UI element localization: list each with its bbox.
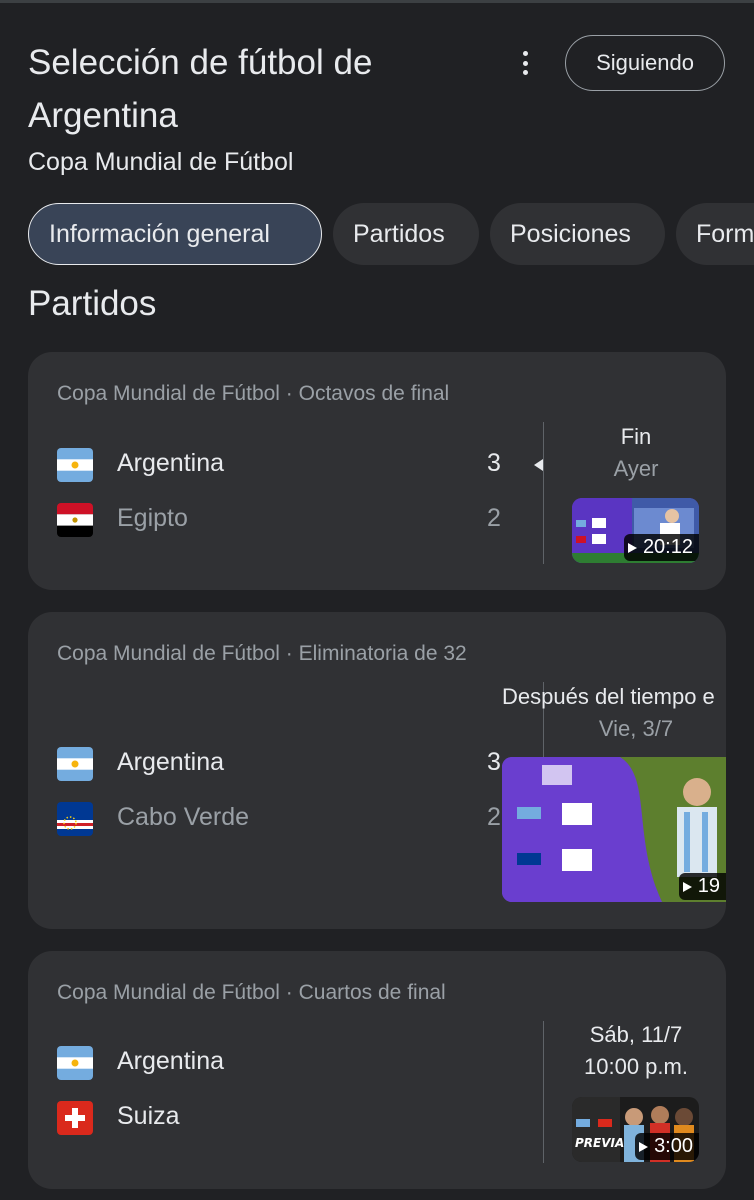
team-score: 3 <box>487 748 501 776</box>
team-name: Argentina <box>117 449 225 477</box>
video-thumbnail[interactable]: PREVIA 3:00 <box>572 1097 699 1162</box>
play-icon <box>639 1141 649 1152</box>
more-vert-icon[interactable] <box>512 48 538 78</box>
team-name: Egipto <box>117 504 188 532</box>
switzerland-flag-icon <box>57 1101 93 1135</box>
match-card[interactable]: Copa Mundial de Fútbol · Octavos de fina… <box>28 352 726 590</box>
tab-standings[interactable]: Posiciones <box>490 203 665 265</box>
egypt-flag-icon <box>57 503 93 537</box>
top-divider <box>0 0 754 3</box>
team-row: Egipto 2 <box>57 500 517 540</box>
team-name: Suiza <box>117 1102 180 1130</box>
play-icon <box>627 542 637 553</box>
team-row: Cabo Verde 2 <box>57 799 517 839</box>
team-name: Argentina <box>117 1047 225 1075</box>
video-thumbnail[interactable]: 19 <box>502 757 726 902</box>
tab-general-info[interactable]: Información general <box>28 203 322 265</box>
match-date: Vie, 3/7 <box>598 716 674 741</box>
team-row: Argentina 3 <box>57 744 517 784</box>
argentina-flag-icon <box>57 747 93 781</box>
video-duration: 19 <box>678 873 726 900</box>
section-title: Partidos <box>28 284 157 323</box>
team-row: Suiza <box>57 1098 517 1138</box>
team-row: Argentina <box>57 1043 517 1083</box>
argentina-flag-icon <box>57 1046 93 1080</box>
divider <box>543 422 544 564</box>
cape-verde-flag-icon <box>57 802 93 836</box>
team-score: 2 <box>487 504 501 532</box>
match-date: Sáb, 11/7 <box>589 1022 683 1047</box>
match-status: Fin <box>620 424 652 449</box>
team-score: 2 <box>487 803 501 831</box>
thumbnail-caption: PREVIA <box>575 1136 624 1150</box>
match-card[interactable]: Copa Mundial de Fútbol · Eliminatoria de… <box>28 612 726 929</box>
page-subtitle: Copa Mundial de Fútbol <box>28 148 294 176</box>
video-thumbnail[interactable]: 20:12 <box>572 498 699 563</box>
team-row: Argentina 3 <box>57 445 543 485</box>
tab-form[interactable]: Form <box>676 203 754 265</box>
tab-bar: Información general Partidos Posiciones … <box>28 203 754 265</box>
competition-label: Copa Mundial de Fútbol · Octavos de fina… <box>57 382 450 405</box>
match-card[interactable]: Copa Mundial de Fútbol · Cuartos de fina… <box>28 951 726 1189</box>
team-score: 3 <box>487 449 501 477</box>
play-icon <box>682 881 692 892</box>
video-duration: 20:12 <box>623 534 699 561</box>
winner-arrow-icon <box>534 459 543 471</box>
match-time: 10:00 p.m. <box>584 1054 688 1079</box>
competition-label: Copa Mundial de Fútbol · Eliminatoria de… <box>57 642 467 665</box>
divider <box>543 1021 544 1163</box>
video-duration: 3:00 <box>635 1133 699 1160</box>
tab-matches[interactable]: Partidos <box>333 203 479 265</box>
match-date: Ayer <box>613 456 659 481</box>
team-name: Argentina <box>117 748 225 776</box>
competition-label: Copa Mundial de Fútbol · Cuartos de fina… <box>57 981 446 1004</box>
team-name: Cabo Verde <box>117 803 250 831</box>
match-status: Después del tiempo e <box>502 684 715 709</box>
following-button[interactable]: Siguiendo <box>565 35 725 91</box>
page-title: Selección de fútbol de Argentina <box>28 43 373 135</box>
argentina-flag-icon <box>57 448 93 482</box>
